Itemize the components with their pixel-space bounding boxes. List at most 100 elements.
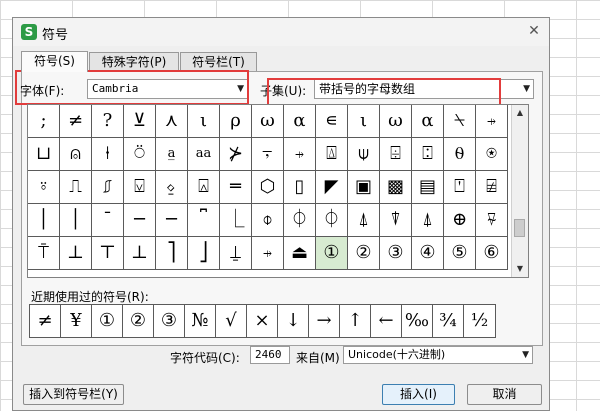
symbol-cell[interactable]: ⊻ [124, 105, 156, 138]
symbol-cell[interactable]: ⍀ [444, 105, 476, 138]
symbol-cell[interactable]: ⎦ [188, 237, 220, 270]
vertical-scrollbar[interactable]: ▲ ▼ [511, 105, 528, 277]
recent-symbol-cell[interactable]: ② [123, 305, 154, 337]
symbol-cell[interactable]: ι [348, 105, 380, 138]
symbol-cell[interactable]: ω [252, 105, 284, 138]
symbol-cell[interactable]: ⑥ [476, 237, 508, 270]
recent-symbol-cell[interactable]: ½ [464, 305, 495, 337]
symbol-cell[interactable]: ⬡ [252, 171, 284, 204]
symbol-cell[interactable]: ⍋ [348, 204, 380, 237]
symbol-cell[interactable]: ⎴ [188, 204, 220, 237]
symbol-cell[interactable]: ⊤ [92, 237, 124, 270]
symbol-cell[interactable]: ? [92, 105, 124, 138]
symbol-cell[interactable]: ═ [220, 171, 252, 204]
symbol-cell[interactable]: ⍆ [252, 237, 284, 270]
symbol-cell[interactable]: ⍝ [60, 138, 92, 171]
recent-symbol-cell[interactable]: × [247, 305, 278, 337]
insert-button[interactable]: 插入(I) [382, 384, 455, 405]
cancel-button[interactable]: 取消 [467, 384, 542, 405]
symbol-cell[interactable]: α [284, 105, 316, 138]
char-code-input[interactable]: 2460 [250, 346, 290, 364]
insert-to-symbol-bar-button[interactable]: 插入到符号栏(Y) [23, 384, 124, 405]
symbol-cell[interactable]: ⎤ [156, 237, 188, 270]
recent-symbol-cell[interactable]: ↓ [278, 305, 309, 337]
symbol-cell[interactable]: ⍦ [348, 138, 380, 171]
symbol-cell[interactable]: ④ [412, 237, 444, 270]
recent-symbol-cell[interactable]: ① [92, 305, 123, 337]
recent-symbol-cell[interactable]: √ [216, 305, 247, 337]
recent-symbol-cell[interactable]: ¥ [61, 305, 92, 337]
recent-symbol-cell[interactable]: ↑ [340, 305, 371, 337]
symbol-cell[interactable]: ⊥ [124, 237, 156, 270]
symbol-cell[interactable]: ι [188, 105, 220, 138]
symbol-cell[interactable]: ▣ [348, 171, 380, 204]
symbol-cell[interactable]: ⍤ [28, 171, 60, 204]
symbol-cell[interactable]: ρ [220, 105, 252, 138]
symbol-cell[interactable]: ⑤ [444, 237, 476, 270]
symbol-cell[interactable]: ⏀ [316, 204, 348, 237]
symbol-cell[interactable]: ① [316, 237, 348, 270]
symbol-cell[interactable]: ⍯ [476, 171, 508, 204]
symbol-cell[interactable]: ⍿ [92, 138, 124, 171]
close-icon[interactable]: ✕ [525, 22, 543, 40]
symbol-cell[interactable]: ⍞ [444, 171, 476, 204]
symbol-cell[interactable]: α [412, 105, 444, 138]
symbol-cell[interactable]: ⍌ [124, 171, 156, 204]
recent-symbol-cell[interactable]: ≠ [30, 305, 61, 337]
symbol-cell[interactable]: │ [60, 204, 92, 237]
symbol-cell[interactable]: ▯ [284, 171, 316, 204]
symbol-cell[interactable]: ω [380, 105, 412, 138]
recent-symbol-cell[interactable]: ← [371, 305, 402, 337]
from-select[interactable]: Unicode(十六进制) ▼ [343, 346, 533, 364]
tab-special-chars[interactable]: 特殊字符(P) [89, 52, 179, 71]
symbol-cell[interactable]: ⍥ [124, 138, 156, 171]
symbol-cell[interactable]: ⌹ [380, 138, 412, 171]
symbol-cell[interactable]: ⎎ [92, 171, 124, 204]
symbol-cell[interactable]: ⍪ [252, 138, 284, 171]
symbol-cell[interactable]: ⍟ [476, 138, 508, 171]
symbol-cell[interactable]: ─ [124, 204, 156, 237]
scroll-thumb[interactable] [514, 219, 525, 237]
symbol-cell[interactable]: ⊁ [220, 138, 252, 171]
symbol-cell[interactable]: ⋏ [156, 105, 188, 138]
symbol-cell[interactable]: ⍚ [156, 171, 188, 204]
symbol-cell[interactable]: aa [188, 138, 220, 171]
symbol-cell[interactable]: ◤ [316, 171, 348, 204]
scroll-down-icon[interactable]: ▼ [512, 261, 528, 277]
symbol-cell[interactable]: ─ [156, 204, 188, 237]
symbol-cell[interactable]: ⊥ [60, 237, 92, 270]
symbol-cell[interactable]: ∊ [316, 105, 348, 138]
recent-symbol-cell[interactable]: № [185, 305, 216, 337]
symbol-cell[interactable]: ≠ [60, 105, 92, 138]
symbol-cell[interactable]: ▤ [412, 171, 444, 204]
symbol-cell[interactable]: a̲ [156, 138, 188, 171]
symbol-cell[interactable]: ⍠ [412, 138, 444, 171]
symbol-cell[interactable]: ⍊ [220, 237, 252, 270]
symbol-cell[interactable]: ▩ [380, 171, 412, 204]
symbol-cell[interactable]: ⍫ [476, 204, 508, 237]
symbol-cell[interactable]: ⍓ [188, 171, 220, 204]
recent-symbol-cell[interactable]: ¾ [433, 305, 464, 337]
symbol-cell[interactable]: ; [28, 105, 60, 138]
symbol-cell[interactable]: ⊔ [28, 138, 60, 171]
symbol-cell[interactable]: ③ [380, 237, 412, 270]
symbol-cell[interactable]: ⍆ [476, 105, 508, 138]
scroll-up-icon[interactable]: ▲ [512, 105, 528, 121]
symbol-cell[interactable]: ⍋ [412, 204, 444, 237]
symbol-cell[interactable]: ② [348, 237, 380, 270]
symbol-cell[interactable]: ⍍ [316, 138, 348, 171]
symbol-cell[interactable]: ⍑ [28, 237, 60, 270]
recent-symbol-cell[interactable]: ‰ [402, 305, 433, 337]
tab-symbol-bar[interactable]: 符号栏(T) [180, 52, 257, 71]
recent-symbol-cell[interactable]: → [309, 305, 340, 337]
symbol-cell[interactable]: ¯ [92, 204, 124, 237]
symbol-cell[interactable]: ⍬ [444, 138, 476, 171]
tab-symbols[interactable]: 符号(S) [21, 51, 88, 72]
symbol-cell[interactable]: ⌽ [252, 204, 284, 237]
symbol-cell[interactable]: ⍒ [380, 204, 412, 237]
recent-symbol-cell[interactable]: ③ [154, 305, 185, 337]
symbol-cell[interactable]: ⏀ [284, 204, 316, 237]
symbol-cell[interactable]: ⎍ [60, 171, 92, 204]
symbol-cell[interactable]: │ [28, 204, 60, 237]
symbol-cell[interactable]: ⍆ [284, 138, 316, 171]
